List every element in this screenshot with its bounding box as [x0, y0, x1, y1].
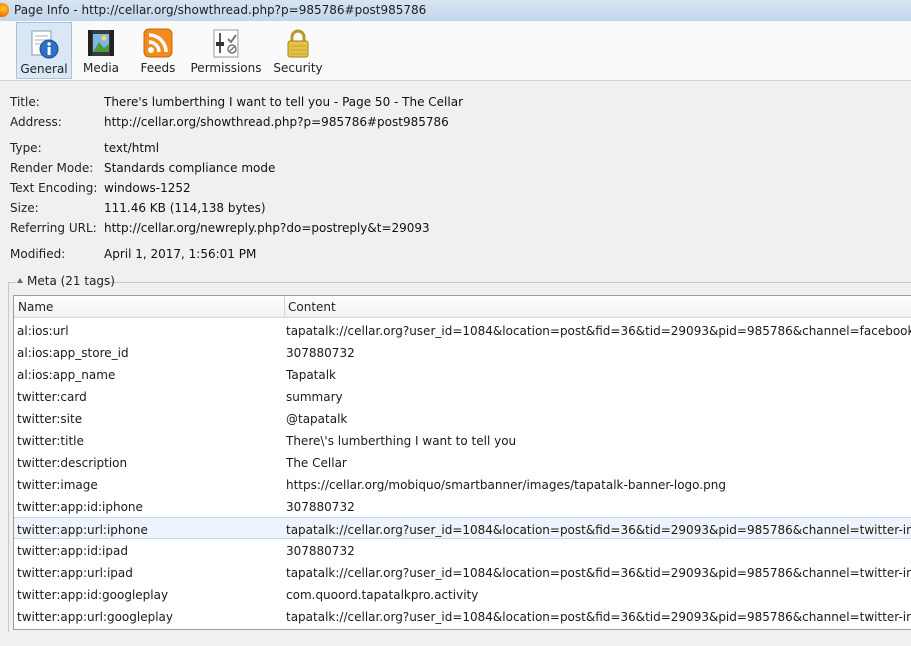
render-mode-label: Render Mode: [10, 161, 94, 175]
address-label: Address: [10, 115, 62, 129]
tab-media[interactable]: Media [77, 22, 125, 79]
collapse-triangle-icon [17, 278, 23, 283]
meta-group-border [108, 282, 911, 283]
referring-url-label: Referring URL: [10, 221, 97, 235]
table-row[interactable]: al:ios:url tapatalk://cellar.org?user_id=… [14, 319, 911, 341]
meta-name-cell: twitter:site [17, 412, 83, 426]
meta-content-cell: com.quoord.tapatalkpro.activity [286, 588, 479, 602]
meta-name-cell: al:ios:app_store_id [17, 346, 129, 360]
meta-name-cell: twitter:app:id:googleplay [17, 588, 169, 602]
tab-security[interactable]: Security [272, 22, 324, 79]
tab-general[interactable]: General [16, 22, 72, 79]
tab-label: Feeds [140, 61, 176, 75]
column-header-content[interactable]: Content [288, 300, 336, 314]
tab-label: Security [273, 61, 323, 75]
text-encoding-value[interactable]: windows-1252 [104, 181, 191, 195]
meta-content-cell: 307880732 [286, 346, 355, 360]
meta-content-cell: summary [286, 390, 343, 404]
type-value[interactable]: text/html [104, 141, 159, 155]
tab-toolbar: General Media Feeds Permissions Security [0, 21, 911, 81]
meta-content-cell: Tapatalk [286, 368, 337, 382]
feeds-icon [143, 28, 173, 58]
tab-label: Media [82, 61, 120, 75]
size-label: Size: [10, 201, 39, 215]
meta-content-cell: tapatalk://cellar.org?user_id=1084&locat… [286, 566, 911, 580]
address-value[interactable]: http://cellar.org/showthread.php?p=98578… [104, 115, 449, 129]
meta-name-cell: twitter:image [17, 478, 98, 492]
meta-name-cell: twitter:app:url:iphone [17, 523, 148, 537]
meta-group-border [8, 282, 9, 632]
table-row[interactable]: twitter:title There\'s lumberthing I want… [14, 429, 911, 451]
table-row[interactable]: twitter:app:url:iphone tapatalk://cellar.… [14, 517, 911, 539]
meta-content-cell: tapatalk://cellar.org?user_id=1084&locat… [286, 523, 911, 537]
tab-feeds[interactable]: Feeds [134, 22, 182, 79]
text-encoding-label: Text Encoding: [10, 181, 98, 195]
meta-content-cell: tapatalk://cellar.org?user_id=1084&locat… [286, 324, 911, 338]
meta-content-cell: 307880732 [286, 544, 355, 558]
meta-name-cell: twitter:title [17, 434, 84, 448]
firefox-icon [0, 3, 9, 17]
size-value[interactable]: 111.46 KB (114,138 bytes) [104, 201, 266, 215]
meta-table-header: Name Content [14, 296, 911, 318]
meta-name-cell: twitter:description [17, 456, 128, 470]
table-row[interactable]: twitter:app:id:googleplay com.quoord.tapa… [14, 583, 911, 605]
meta-name-cell: al:ios:url [17, 324, 69, 338]
meta-group-toggle[interactable]: Meta (21 tags) [17, 274, 115, 288]
window-titlebar: Page Info - http://cellar.org/showthread… [0, 0, 911, 22]
meta-table[interactable]: Name Content al:ios:url tapatalk://cellar… [13, 295, 911, 630]
table-row[interactable]: twitter:card summary [14, 385, 911, 407]
table-row[interactable]: twitter:site @tapatalk [14, 407, 911, 429]
meta-content-cell: https://cellar.org/mobiquo/smartbanner/i… [286, 478, 726, 492]
table-row[interactable]: al:ios:app_store_id 307880732 [14, 341, 911, 363]
meta-name-cell: al:ios:app_name [17, 368, 116, 382]
meta-content-cell: There\'s lumberthing I want to tell you [286, 434, 517, 448]
meta-name-cell: twitter:app:id:iphone [17, 500, 143, 514]
table-row[interactable]: twitter:description The Cellar [14, 451, 911, 473]
permissions-icon [213, 29, 239, 58]
type-label: Type: [10, 141, 42, 155]
referring-url-value[interactable]: http://cellar.org/newreply.php?do=postre… [104, 221, 430, 235]
table-row[interactable]: twitter:app:url:googleplay tapatalk://cel… [14, 605, 911, 627]
table-row[interactable]: al:ios:app_name Tapatalk [14, 363, 911, 385]
meta-content-cell: tapatalk://cellar.org?user_id=1084&locat… [286, 610, 911, 624]
meta-content-cell: @tapatalk [286, 412, 348, 426]
table-row[interactable]: twitter:app:id:ipad 307880732 [14, 539, 911, 561]
meta-name-cell: twitter:app:url:googleplay [17, 610, 173, 624]
meta-name-cell: twitter:app:url:ipad [17, 566, 133, 580]
render-mode-value[interactable]: Standards compliance mode [104, 161, 275, 175]
security-lock-icon [287, 29, 309, 58]
column-header-name[interactable]: Name [18, 300, 53, 314]
title-label: Title: [10, 95, 40, 109]
modified-label: Modified: [10, 247, 66, 261]
meta-group-border [8, 282, 16, 283]
meta-content-cell: 307880732 [286, 500, 355, 514]
general-info-icon [31, 30, 59, 59]
tab-label: Permissions [190, 61, 262, 75]
meta-content-cell: The Cellar [286, 456, 347, 470]
meta-group-label: Meta (21 tags) [27, 274, 115, 288]
table-row[interactable]: twitter:app:url:ipad tapatalk://cellar.or… [14, 561, 911, 583]
meta-name-cell: twitter:card [17, 390, 87, 404]
tab-label: General [20, 62, 68, 76]
media-icon [88, 30, 114, 56]
modified-value[interactable]: April 1, 2017, 1:56:01 PM [104, 247, 256, 261]
tab-permissions[interactable]: Permissions [190, 22, 262, 79]
meta-name-cell: twitter:app:id:ipad [17, 544, 128, 558]
column-separator[interactable] [284, 296, 285, 317]
window-title: Page Info - http://cellar.org/showthread… [14, 3, 427, 17]
table-row[interactable]: twitter:image https://cellar.org/mobiquo/… [14, 473, 911, 495]
title-value[interactable]: There's lumberthing I want to tell you -… [104, 95, 463, 109]
table-row[interactable]: twitter:app:id:iphone 307880732 [14, 495, 911, 517]
